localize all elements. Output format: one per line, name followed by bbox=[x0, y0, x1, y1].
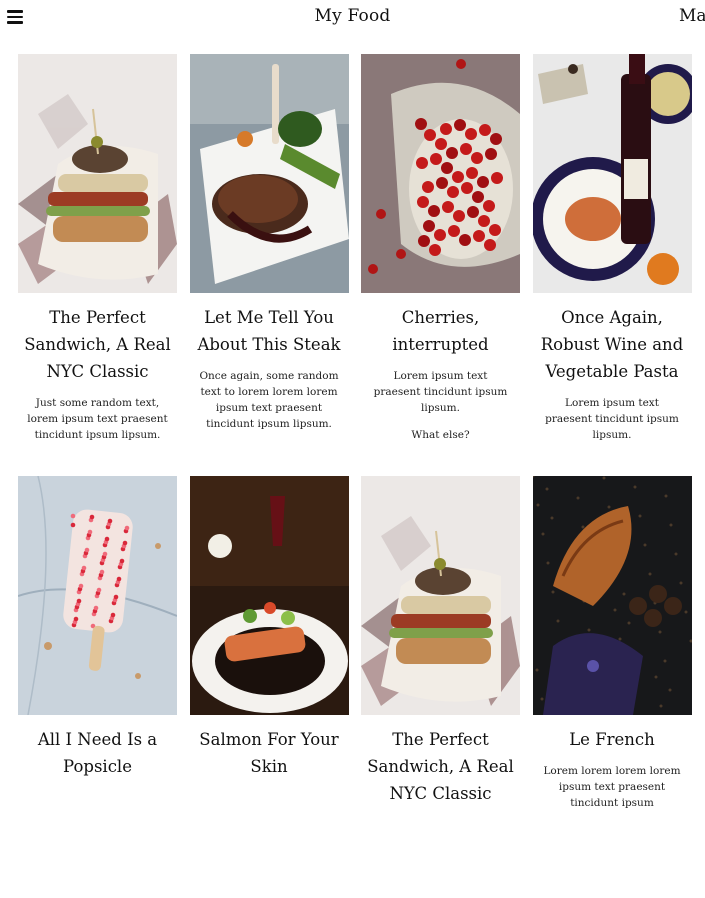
card-description: Lorem ipsum text praesent tincidunt ipsu… bbox=[369, 368, 512, 443]
card-description: Once again, some random text to lorem lo… bbox=[198, 368, 341, 432]
food-card: Le French Lorem lorem lorem lorem ipsum t… bbox=[532, 476, 692, 898]
sandwich-photo[interactable] bbox=[361, 476, 520, 715]
card-title[interactable]: Salmon For Your Skin bbox=[194, 726, 345, 780]
site-title: My Food bbox=[314, 6, 391, 26]
top-bar: My Food Ma bbox=[0, 0, 705, 34]
food-card: Once Again, Robust Wine and Vegetable Pa… bbox=[532, 54, 692, 476]
food-card: Cherries, interrupted Lorem ipsum text pr… bbox=[361, 54, 520, 476]
top-right-label[interactable]: Ma bbox=[679, 6, 705, 26]
card-paragraph: Lorem lorem lorem lorem ipsum text praes… bbox=[543, 765, 681, 809]
cherries-photo[interactable] bbox=[361, 54, 520, 293]
food-card: Salmon For Your Skin bbox=[189, 476, 349, 898]
card-paragraph: Once again, some random text to lorem lo… bbox=[199, 370, 339, 430]
food-card: The Perfect Sandwich, A Real NYC Classic bbox=[361, 476, 520, 898]
card-title[interactable]: Le French bbox=[537, 726, 688, 753]
card-paragraph: What else? bbox=[411, 429, 470, 441]
card-title[interactable]: The Perfect Sandwich, A Real NYC Classic bbox=[365, 726, 516, 807]
card-paragraph: Lorem ipsum text praesent tincidunt ipsu… bbox=[373, 370, 508, 414]
card-title[interactable]: Cherries, interrupted bbox=[365, 304, 516, 358]
card-title[interactable]: The Perfect Sandwich, A Real NYC Classic bbox=[22, 304, 173, 385]
salmon-photo[interactable] bbox=[189, 476, 349, 715]
wine-pasta-photo[interactable] bbox=[532, 54, 692, 293]
card-description: Just some random text, lorem ipsum text … bbox=[26, 395, 169, 443]
food-card: All I Need Is a Popsicle bbox=[18, 476, 177, 898]
card-title[interactable]: All I Need Is a Popsicle bbox=[22, 726, 173, 780]
food-card: Let Me Tell You About This Steak Once aga… bbox=[189, 54, 349, 476]
card-paragraph: Lorem ipsum text praesent tincidunt ipsu… bbox=[545, 397, 679, 441]
popsicle-photo[interactable] bbox=[18, 476, 177, 715]
card-description: Lorem ipsum text praesent tincidunt ipsu… bbox=[541, 395, 684, 443]
croissant-photo[interactable] bbox=[532, 476, 692, 715]
card-paragraph: Just some random text, lorem ipsum text … bbox=[27, 397, 168, 441]
sandwich-photo[interactable] bbox=[18, 54, 177, 293]
food-grid: The Perfect Sandwich, A Real NYC Classic… bbox=[18, 54, 692, 898]
card-title[interactable]: Let Me Tell You About This Steak bbox=[194, 304, 345, 358]
card-title[interactable]: Once Again, Robust Wine and Vegetable Pa… bbox=[537, 304, 688, 385]
food-card: The Perfect Sandwich, A Real NYC Classic… bbox=[18, 54, 177, 476]
steak-photo[interactable] bbox=[189, 54, 349, 293]
card-description: Lorem lorem lorem lorem ipsum text praes… bbox=[541, 763, 684, 811]
